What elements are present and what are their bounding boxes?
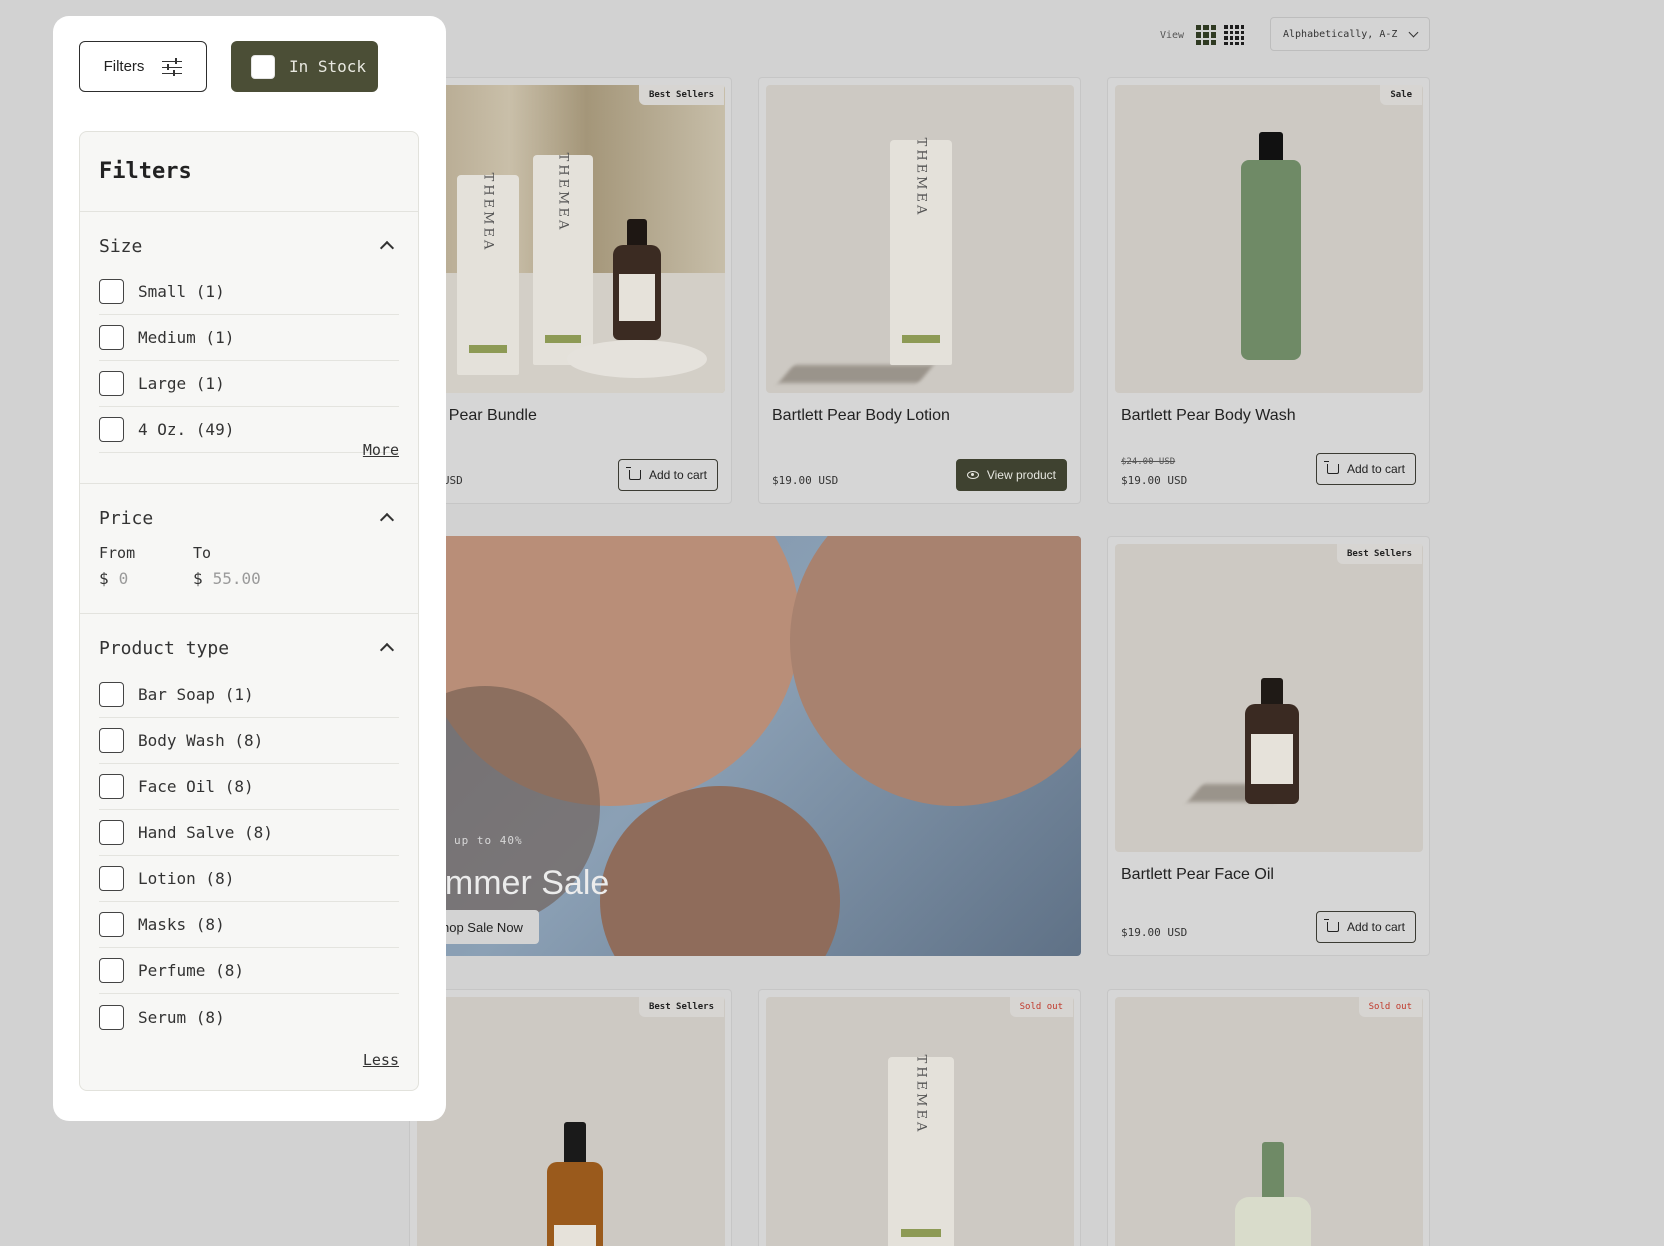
chevron-up-icon[interactable] <box>379 240 395 256</box>
filter-drawer: Filters In Stock Filters Size Small (1) … <box>53 16 446 1121</box>
product-image <box>1115 997 1423 1246</box>
product-type-option[interactable]: Serum (8) <box>99 994 399 1040</box>
product-card[interactable]: Sale Bartlett Pear Body Wash $24.00 USD … <box>1107 77 1430 504</box>
product-title[interactable]: Bartlett Pear Body Wash <box>1121 407 1296 425</box>
checkbox[interactable] <box>99 682 124 707</box>
filters-toggle-button[interactable]: Filters <box>79 41 207 92</box>
product-image: THEMEA <box>766 85 1074 393</box>
add-to-cart-button[interactable]: Add to cart <box>617 459 718 491</box>
product-card[interactable]: Best Sellers <box>409 989 732 1246</box>
cart-icon <box>625 467 641 480</box>
filter-top-actions: Filters In Stock <box>79 41 378 92</box>
product-type-option[interactable]: Hand Salve (8) <box>99 810 399 856</box>
product-type-option[interactable]: Lotion (8) <box>99 856 399 902</box>
product-card[interactable]: THEMEA THEMEA Best Sellers lett Pear Bun… <box>409 77 732 504</box>
in-stock-checkbox[interactable] <box>251 54 275 79</box>
product-badge: Sold out <box>1358 997 1422 1017</box>
chevron-up-icon[interactable] <box>379 512 395 528</box>
checkbox[interactable] <box>99 279 124 304</box>
product-type-option[interactable]: Bar Soap (1) <box>99 672 399 718</box>
add-to-cart-button[interactable]: Add to cart <box>1315 911 1416 943</box>
product-title[interactable]: Bartlett Pear Face Oil <box>1121 866 1274 884</box>
view-label: View <box>1160 29 1185 41</box>
checkbox[interactable] <box>99 371 124 396</box>
product-price: $19.00 USD <box>772 474 839 487</box>
add-to-cart-button[interactable]: Add to cart <box>1315 453 1416 485</box>
size-option[interactable]: Small (1) <box>99 269 399 315</box>
view-toolbar: View <box>1160 17 1252 53</box>
grid-3-columns-icon[interactable] <box>1196 25 1217 45</box>
product-type-option[interactable]: Perfume (8) <box>99 948 399 994</box>
product-price: $19.00 USD <box>1121 474 1188 487</box>
checkbox[interactable] <box>99 820 124 845</box>
product-type-option[interactable]: Face Oil (8) <box>99 764 399 810</box>
product-card[interactable]: Best Sellers Bartlett Pear Face Oil $19.… <box>1107 536 1430 956</box>
product-price: $19.00 USD <box>1121 926 1188 939</box>
size-more-link[interactable]: More <box>363 441 399 459</box>
checkbox[interactable] <box>99 912 124 937</box>
filters-heading: Filters <box>99 159 192 184</box>
product-image <box>417 997 725 1246</box>
price-to-input[interactable]: $ 55.00 <box>193 569 261 588</box>
price-to-label: To <box>193 544 212 562</box>
product-image <box>1115 85 1423 393</box>
price-from-input[interactable]: $ 0 <box>99 569 128 588</box>
banner-headline: ummer Sale <box>426 864 610 902</box>
product-type-option[interactable]: Body Wash (8) <box>99 718 399 764</box>
product-type-option[interactable]: Masks (8) <box>99 902 399 948</box>
product-image <box>1115 544 1423 852</box>
grid-4-columns-icon[interactable] <box>1224 25 1245 45</box>
product-badge: Sold out <box>1009 997 1073 1017</box>
product-title[interactable]: Bartlett Pear Body Lotion <box>772 407 950 425</box>
eye-icon <box>966 471 979 479</box>
cart-icon <box>1323 461 1339 474</box>
size-option[interactable]: Medium (1) <box>99 315 399 361</box>
price-from-label: From <box>99 544 136 562</box>
summer-sale-banner: up to 40% ummer Sale hop Sale Now <box>410 536 1081 956</box>
product-card[interactable]: Sold out <box>1107 989 1430 1246</box>
checkbox[interactable] <box>99 866 124 891</box>
product-image: THEMEA <box>766 997 1074 1246</box>
size-section-title[interactable]: Size <box>99 236 142 257</box>
checkbox[interactable] <box>99 774 124 799</box>
sliders-icon <box>162 57 183 76</box>
cart-icon <box>1323 919 1339 932</box>
checkbox[interactable] <box>99 728 124 753</box>
sort-select-value: Alphabetically, A-Z <box>1283 28 1398 40</box>
product-badge: Sale <box>1380 85 1422 105</box>
product-badge: Best Sellers <box>638 85 724 105</box>
product-type-section-title[interactable]: Product type <box>99 638 229 659</box>
product-card[interactable]: THEMEA Sold out <box>758 989 1081 1246</box>
in-stock-label: In Stock <box>289 57 367 76</box>
checkbox[interactable] <box>99 325 124 350</box>
product-card[interactable]: THEMEA Bartlett Pear Body Lotion $19.00 … <box>758 77 1081 504</box>
checkbox[interactable] <box>99 417 124 442</box>
size-option[interactable]: 4 Oz. (49) <box>99 407 399 453</box>
filters-container: Filters Size Small (1) Medium (1) Large … <box>79 131 419 1091</box>
in-stock-toggle[interactable]: In Stock <box>231 41 378 92</box>
chevron-down-icon <box>1408 27 1419 37</box>
size-option[interactable]: Large (1) <box>99 361 399 407</box>
banner-subtitle: up to 40% <box>454 834 523 847</box>
chevron-up-icon[interactable] <box>379 642 395 658</box>
product-compare-price: $24.00 USD <box>1121 457 1176 467</box>
product-image: THEMEA THEMEA <box>417 85 725 393</box>
checkbox[interactable] <box>99 958 124 983</box>
sort-select[interactable]: Alphabetically, A-Z <box>1270 17 1430 51</box>
product-type-less-link[interactable]: Less <box>363 1051 399 1069</box>
product-badge: Best Sellers <box>1336 544 1422 564</box>
checkbox[interactable] <box>99 1004 124 1030</box>
view-product-button[interactable]: View product <box>955 459 1067 491</box>
product-badge: Best Sellers <box>638 997 724 1017</box>
price-section-title[interactable]: Price <box>99 508 153 529</box>
